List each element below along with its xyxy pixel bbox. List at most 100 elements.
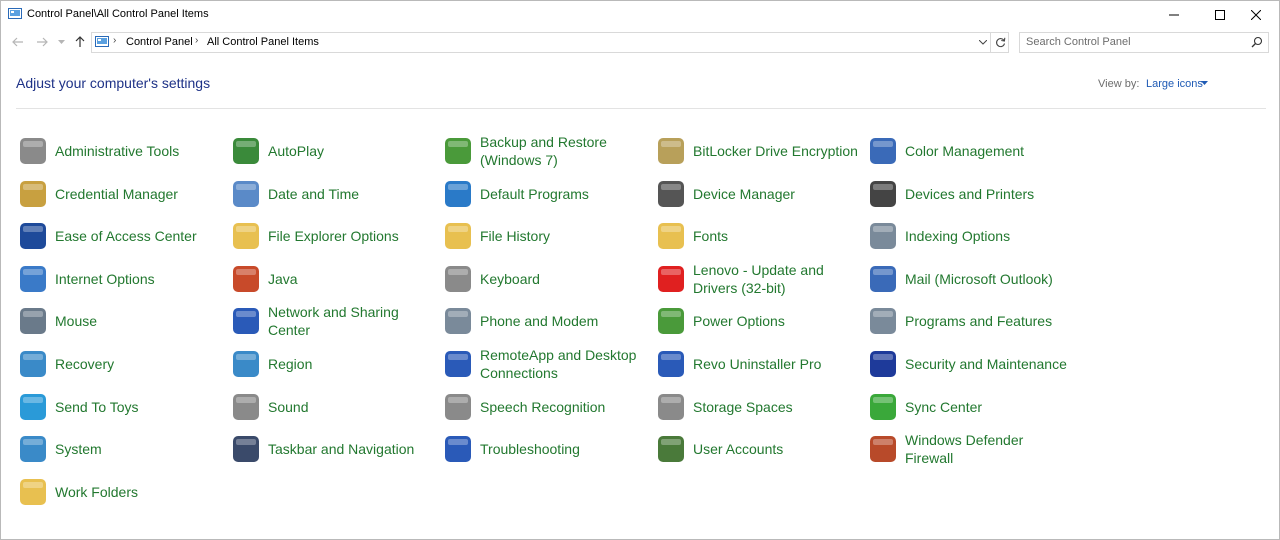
control-panel-item[interactable]: Lenovo - Update and Drivers (32-bit) — [655, 259, 860, 299]
item-label[interactable]: Keyboard — [480, 270, 645, 288]
control-panel-item[interactable]: Internet Options — [17, 259, 222, 299]
control-panel-item[interactable]: Taskbar and Navigation — [230, 429, 435, 469]
item-label[interactable]: Windows Defender Firewall — [905, 431, 1070, 467]
search-input[interactable]: Search Control Panel — [1019, 32, 1269, 53]
control-panel-item[interactable]: Date and Time — [230, 174, 435, 214]
item-label[interactable]: Ease of Access Center — [55, 227, 220, 245]
control-panel-item[interactable]: Work Folders — [17, 472, 222, 512]
control-panel-item[interactable]: Windows Defender Firewall — [867, 429, 1072, 469]
control-panel-item[interactable]: Speech Recognition — [442, 387, 647, 427]
item-label[interactable]: Indexing Options — [905, 227, 1070, 245]
forward-button[interactable] — [33, 33, 51, 51]
control-panel-item[interactable]: AutoPlay — [230, 131, 435, 171]
item-label[interactable]: RemoteApp and Desktop Connections — [480, 346, 645, 382]
control-panel-item[interactable]: Troubleshooting — [442, 429, 647, 469]
item-label[interactable]: Send To Toys — [55, 398, 220, 416]
breadcrumb-separator[interactable]: › — [113, 35, 116, 46]
control-panel-item[interactable]: BitLocker Drive Encryption — [655, 131, 860, 171]
control-panel-item[interactable]: Credential Manager — [17, 174, 222, 214]
control-panel-item[interactable]: Administrative Tools — [17, 131, 222, 171]
control-panel-item[interactable]: Fonts — [655, 216, 860, 256]
item-label[interactable]: Phone and Modem — [480, 312, 645, 330]
item-label[interactable]: Lenovo - Update and Drivers (32-bit) — [693, 261, 858, 297]
item-label[interactable]: Mouse — [55, 312, 220, 330]
address-bar[interactable]: › Control Panel › All Control Panel Item… — [91, 32, 1009, 53]
control-panel-item[interactable]: Ease of Access Center — [17, 216, 222, 256]
control-panel-item[interactable]: File Explorer Options — [230, 216, 435, 256]
search-icon[interactable] — [1251, 36, 1263, 48]
control-panel-item[interactable]: Color Management — [867, 131, 1072, 171]
item-label[interactable]: Backup and Restore (Windows 7) — [480, 133, 645, 169]
control-panel-item[interactable]: Default Programs — [442, 174, 647, 214]
item-label[interactable]: Power Options — [693, 312, 858, 330]
control-panel-item[interactable]: Phone and Modem — [442, 301, 647, 341]
minimize-button[interactable] — [1151, 1, 1197, 29]
item-label[interactable]: Work Folders — [55, 483, 220, 501]
item-label[interactable]: Java — [268, 270, 433, 288]
item-label[interactable]: Sound — [268, 398, 433, 416]
item-label[interactable]: Speech Recognition — [480, 398, 645, 416]
recent-locations-button[interactable] — [55, 33, 67, 51]
close-button[interactable] — [1233, 1, 1279, 29]
item-label[interactable]: Network and Sharing Center — [268, 303, 433, 339]
item-label[interactable]: Mail (Microsoft Outlook) — [905, 270, 1070, 288]
address-dropdown-button[interactable] — [976, 33, 990, 52]
view-by-label: View by: — [1098, 78, 1140, 90]
control-panel-item[interactable]: RemoteApp and Desktop Connections — [442, 344, 647, 384]
control-panel-item[interactable]: Recovery — [17, 344, 222, 384]
item-label[interactable]: Credential Manager — [55, 185, 220, 203]
item-label[interactable]: Troubleshooting — [480, 440, 645, 458]
control-panel-item[interactable]: Device Manager — [655, 174, 860, 214]
control-panel-item[interactable]: Java — [230, 259, 435, 299]
control-panel-item[interactable]: Programs and Features — [867, 301, 1072, 341]
control-panel-item[interactable]: Keyboard — [442, 259, 647, 299]
control-panel-item[interactable]: Sound — [230, 387, 435, 427]
item-label[interactable]: Revo Uninstaller Pro — [693, 355, 858, 373]
chevron-down-icon[interactable] — [1201, 81, 1208, 85]
item-label[interactable]: Programs and Features — [905, 312, 1070, 330]
item-label[interactable]: Fonts — [693, 227, 858, 245]
item-label[interactable]: Color Management — [905, 142, 1070, 160]
item-label[interactable]: Region — [268, 355, 433, 373]
item-label[interactable]: Security and Maintenance — [905, 355, 1070, 373]
item-label[interactable]: Default Programs — [480, 185, 645, 203]
item-label[interactable]: Recovery — [55, 355, 220, 373]
item-label[interactable]: Taskbar and Navigation — [268, 440, 433, 458]
item-label[interactable]: AutoPlay — [268, 142, 433, 160]
control-panel-item[interactable]: Indexing Options — [867, 216, 1072, 256]
item-label[interactable]: File History — [480, 227, 645, 245]
view-by-dropdown[interactable]: Large icons — [1146, 78, 1203, 90]
breadcrumb-separator[interactable]: › — [195, 35, 198, 46]
control-panel-item[interactable]: Backup and Restore (Windows 7) — [442, 131, 647, 171]
control-panel-item[interactable]: Security and Maintenance — [867, 344, 1072, 384]
item-label[interactable]: BitLocker Drive Encryption — [693, 142, 858, 160]
control-panel-item[interactable]: Power Options — [655, 301, 860, 341]
control-panel-item[interactable]: Network and Sharing Center — [230, 301, 435, 341]
refresh-button[interactable] — [990, 33, 1009, 52]
item-label[interactable]: Device Manager — [693, 185, 858, 203]
item-label[interactable]: File Explorer Options — [268, 227, 433, 245]
up-button[interactable] — [71, 33, 89, 51]
breadcrumb-all-items[interactable]: All Control Panel Items — [207, 36, 319, 48]
control-panel-item[interactable]: System — [17, 429, 222, 469]
item-label[interactable]: Date and Time — [268, 185, 433, 203]
control-panel-item[interactable]: User Accounts — [655, 429, 860, 469]
control-panel-item[interactable]: File History — [442, 216, 647, 256]
item-label[interactable]: User Accounts — [693, 440, 858, 458]
control-panel-item[interactable]: Send To Toys — [17, 387, 222, 427]
item-label[interactable]: Sync Center — [905, 398, 1070, 416]
item-label[interactable]: Storage Spaces — [693, 398, 858, 416]
back-button[interactable] — [9, 33, 27, 51]
breadcrumb-control-panel[interactable]: Control Panel — [126, 36, 193, 48]
control-panel-item[interactable]: Storage Spaces — [655, 387, 860, 427]
control-panel-item[interactable]: Region — [230, 344, 435, 384]
item-label[interactable]: System — [55, 440, 220, 458]
control-panel-item[interactable]: Sync Center — [867, 387, 1072, 427]
control-panel-item[interactable]: Mouse — [17, 301, 222, 341]
item-label[interactable]: Administrative Tools — [55, 142, 220, 160]
item-label[interactable]: Devices and Printers — [905, 185, 1070, 203]
control-panel-item[interactable]: Devices and Printers — [867, 174, 1072, 214]
control-panel-item[interactable]: Mail (Microsoft Outlook) — [867, 259, 1072, 299]
control-panel-item[interactable]: Revo Uninstaller Pro — [655, 344, 860, 384]
item-label[interactable]: Internet Options — [55, 270, 220, 288]
